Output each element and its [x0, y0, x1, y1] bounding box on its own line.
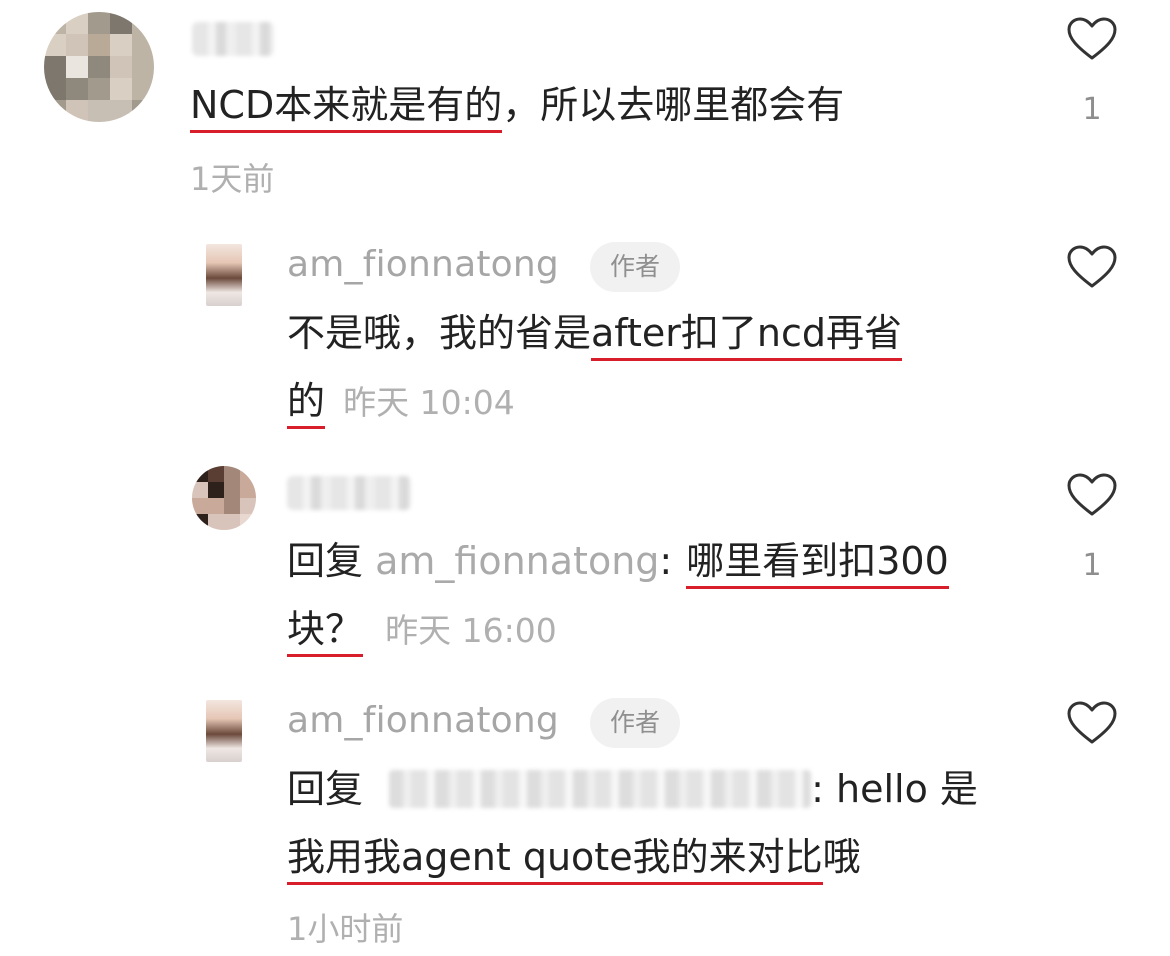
comment-text: NCD本来就是有的，所以去哪里都会有 — [190, 82, 845, 133]
heart-outline-icon — [1067, 701, 1117, 744]
reply2-reply-prefix: 回复 — [287, 539, 364, 583]
heart-outline-icon — [1067, 17, 1117, 60]
reply3-text-last: 哦 — [822, 835, 861, 879]
reply2-time: 昨天 16:00 — [385, 611, 557, 650]
comment-text-rest: ，所以去哪里都会有 — [502, 83, 845, 127]
reply2-name-redacted[interactable] — [287, 476, 411, 510]
author-avatar[interactable] — [206, 700, 242, 762]
comment-like-button[interactable]: 1 — [1064, 16, 1120, 127]
reply2-reply-target[interactable]: am_fionnatong — [375, 539, 659, 583]
reply2-text-underlined-2: 块？ — [287, 607, 364, 657]
reply1-text-line1: 不是哦，我的省是after扣了ncd再省 — [287, 310, 903, 361]
reply2-like-button[interactable]: 1 — [1064, 472, 1120, 583]
reply1-text-underlined-1: after扣了ncd再省 — [591, 311, 903, 361]
author-avatar[interactable] — [206, 244, 242, 306]
comment-like-count: 1 — [1082, 92, 1102, 127]
reply1-time: 昨天 10:04 — [343, 383, 515, 422]
reply3-username[interactable]: am_fionnatong — [287, 700, 559, 741]
reply1-text-plain: 不是哦，我的省是 — [287, 311, 592, 355]
reply2-text-line1: 回复 am_fionnatong: 哪里看到扣300 — [287, 538, 949, 589]
reply2-text-underlined-1: 哪里看到扣300 — [686, 539, 949, 589]
heart-outline-icon — [1067, 245, 1117, 288]
reply2-text-line2: 块？ 昨天 16:00 — [287, 606, 557, 657]
reply1-username[interactable]: am_fionnatong — [287, 244, 559, 285]
comment-text-underlined: NCD本来就是有的 — [190, 83, 503, 133]
reply3-like-button[interactable] — [1064, 700, 1120, 746]
commenter-avatar[interactable] — [44, 12, 154, 122]
reply1-text-underlined-2: 的 — [287, 379, 326, 429]
reply3-time: 1小时前 — [287, 910, 404, 948]
reply2-avatar[interactable] — [192, 466, 256, 530]
reply3-text-line2: 我用我agent quote我的来对比哦 — [287, 834, 861, 885]
reply2-colon: : — [659, 539, 673, 583]
reply3-text-underlined: 我用我agent quote我的来对比 — [287, 835, 823, 885]
comment-time: 1天前 — [190, 160, 275, 198]
reply2-like-count: 1 — [1082, 548, 1102, 583]
reply1-text-line2: 的 昨天 10:04 — [287, 378, 515, 429]
reply3-reply-prefix: 回复 — [287, 767, 364, 811]
reply3-text-line1: 回复 : hello 是 — [287, 766, 978, 812]
reply1-author-tag: 作者 — [590, 242, 681, 292]
comment-thread: NCD本来就是有的，所以去哪里都会有 1天前 1 am_fionnatong 作… — [0, 0, 1170, 956]
reply3-reply-target-redacted[interactable] — [389, 770, 812, 808]
heart-outline-icon — [1067, 473, 1117, 516]
commenter-name-redacted[interactable] — [192, 22, 274, 56]
reply3-text-after-target: : hello 是 — [811, 767, 978, 811]
reply3-author-tag: 作者 — [590, 698, 681, 748]
reply1-like-button[interactable] — [1064, 244, 1120, 290]
